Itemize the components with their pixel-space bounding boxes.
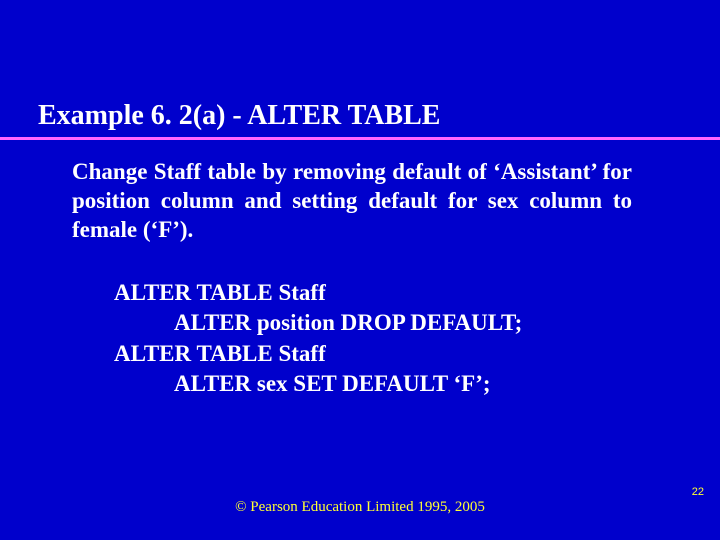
code-line: ALTER sex SET DEFAULT ‘F’;: [174, 369, 522, 399]
slide-title: Example 6. 2(a) - ALTER TABLE: [38, 100, 440, 132]
title-underline: [0, 137, 720, 140]
code-line: ALTER TABLE Staff: [114, 339, 522, 369]
body-paragraph: Change Staff table by removing default o…: [72, 158, 632, 244]
code-line: ALTER TABLE Staff: [114, 278, 522, 308]
slide: Example 6. 2(a) - ALTER TABLE Change Sta…: [0, 0, 720, 540]
copyright-footer: © Pearson Education Limited 1995, 2005: [0, 499, 720, 516]
code-block: ALTER TABLE Staff ALTER position DROP DE…: [114, 278, 522, 399]
page-number: 22: [692, 486, 704, 498]
code-line: ALTER position DROP DEFAULT;: [174, 308, 522, 338]
